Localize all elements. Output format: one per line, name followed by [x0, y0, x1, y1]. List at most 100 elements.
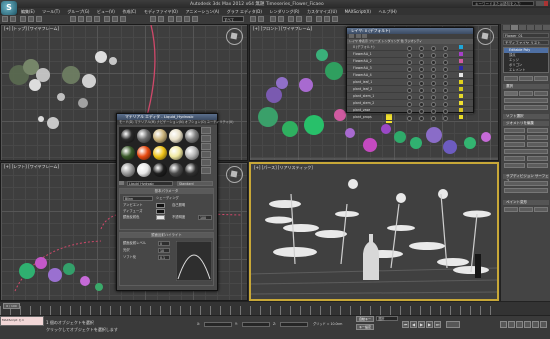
rollout-selection[interactable]: 選択 — [503, 84, 549, 89]
viewcube-icon[interactable] — [477, 28, 494, 45]
layer-toggle-icon[interactable] — [407, 45, 412, 51]
layer-toggle-icon[interactable] — [407, 73, 412, 79]
layer-toggle-icon[interactable] — [431, 66, 436, 72]
menu-maxscript[interactable]: MAXScript(X) — [342, 8, 374, 15]
rollout-edit-geometry[interactable]: ジオメトリを編集 — [503, 121, 549, 126]
menu-rendering[interactable]: レンダリング(R) — [267, 8, 303, 15]
layer-color-swatch[interactable] — [459, 52, 463, 56]
layer-toggle-icon[interactable] — [443, 115, 448, 121]
spec-level-spinner[interactable]: 0 — [158, 241, 170, 246]
timeline[interactable] — [0, 301, 550, 315]
layer-toggle-icon[interactable] — [407, 108, 412, 114]
vertex-mode-icon[interactable] — [504, 91, 518, 96]
video-check-icon[interactable] — [201, 159, 211, 166]
field-of-view-icon[interactable] — [524, 321, 531, 328]
set-key-button[interactable]: キー設定 — [356, 324, 374, 330]
layer-row[interactable]: plant_stem_2 — [347, 100, 473, 107]
msmooth-button[interactable] — [504, 163, 525, 168]
layer-toggle-icon[interactable] — [419, 80, 424, 86]
layer-toggle-icon[interactable] — [431, 101, 436, 107]
layer-color-swatch[interactable] — [459, 108, 463, 112]
backlight-icon[interactable] — [201, 135, 211, 142]
layer-toggle-icon[interactable] — [431, 94, 436, 100]
key-filter-dropdown[interactable]: 選択 — [376, 316, 398, 321]
menu-group[interactable]: グループ(G) — [64, 8, 92, 15]
zoom-all-icon[interactable] — [508, 321, 515, 328]
current-frame-field[interactable] — [446, 321, 460, 328]
pan-view-icon[interactable] — [532, 321, 539, 328]
graphite-icon[interactable] — [278, 16, 284, 22]
modifier-list-dropdown[interactable]: モディファイヤ リスト — [503, 40, 549, 45]
layer-row[interactable]: 0 (デフォルト) — [347, 44, 473, 51]
glossiness-spinner[interactable]: 10 — [158, 248, 170, 253]
menu-graph-editors[interactable]: グラフ エディタ(D) — [224, 8, 265, 15]
motion-tab-icon[interactable] — [526, 25, 534, 30]
diffuse-swatch[interactable] — [156, 209, 165, 214]
stack-item[interactable]: エレメント — [504, 68, 548, 73]
render-setup-icon[interactable] — [316, 16, 322, 22]
rollout-header[interactable]: 基本パラメータ — [120, 189, 213, 194]
material-slot[interactable] — [169, 129, 183, 143]
grow-button[interactable] — [504, 98, 548, 103]
layer-toggle-icon[interactable] — [419, 94, 424, 100]
layer-toggle-icon[interactable] — [443, 87, 448, 93]
selection-filter-dropdown[interactable]: すべて — [222, 16, 244, 22]
detach-button[interactable] — [527, 142, 548, 147]
menu-animation[interactable]: アニメーション(A) — [182, 8, 222, 15]
show-end-result-icon[interactable] — [519, 76, 533, 81]
angle-snap-icon[interactable] — [176, 16, 182, 22]
viewcube-icon[interactable] — [226, 166, 243, 183]
background-icon[interactable] — [201, 143, 211, 150]
viewport-label[interactable]: [+] [レフト] [ワイヤフレーム] — [4, 164, 59, 170]
zoom-icon[interactable] — [500, 321, 507, 328]
z-coordinate[interactable] — [280, 322, 308, 327]
layer-row[interactable]: plant_stem_1 — [347, 93, 473, 100]
zoom-extents-icon[interactable] — [516, 321, 523, 328]
soften-spinner[interactable]: 0.1 — [158, 255, 170, 260]
layer-color-swatch[interactable] — [459, 87, 463, 91]
close-icon[interactable] — [544, 1, 548, 6]
delete-layer-icon[interactable] — [355, 34, 361, 38]
material-slot[interactable] — [121, 129, 135, 143]
material-slot[interactable] — [137, 146, 151, 160]
select-by-name-icon[interactable] — [78, 16, 84, 22]
layer-color-swatch[interactable] — [459, 73, 463, 77]
create-tab-icon[interactable] — [502, 25, 510, 30]
viewport-label[interactable]: [+] [トップ] [ワイヤフレーム] — [4, 26, 59, 32]
ring-loop-button[interactable] — [504, 105, 548, 110]
unlink-icon[interactable] — [28, 16, 34, 22]
snap-icon[interactable] — [168, 16, 174, 22]
layer-toggle-icon[interactable] — [407, 94, 412, 100]
spinner-snap-icon[interactable] — [192, 16, 198, 22]
layer-toggle-icon[interactable] — [431, 73, 436, 79]
layer-toggle-icon[interactable] — [443, 101, 448, 107]
material-slot[interactable] — [169, 146, 183, 160]
layer-row[interactable]: plant_leaf_1 — [347, 79, 473, 86]
relax-button[interactable] — [519, 207, 533, 212]
viewport-perspective[interactable]: [+] [パース] [リアリスティック] — [249, 162, 499, 301]
menu-create[interactable]: 作成(C) — [119, 8, 139, 15]
material-slot[interactable] — [185, 163, 199, 177]
previous-frame-icon[interactable]: ◀ — [410, 321, 417, 328]
smooth-result-checkbox[interactable] — [504, 181, 548, 186]
preview-icon[interactable] — [201, 167, 211, 174]
material-slot[interactable] — [153, 129, 167, 143]
material-slot[interactable] — [137, 129, 151, 143]
layer-color-swatch[interactable] — [459, 80, 463, 84]
material-slot[interactable] — [137, 163, 151, 177]
uv-tiling-icon[interactable] — [201, 151, 211, 158]
viewport-label[interactable]: [+] [パース] [リアリスティック] — [254, 165, 313, 171]
layer-toggle-icon[interactable] — [407, 101, 412, 107]
layer-toggle-icon[interactable] — [431, 108, 436, 114]
shader-dropdown[interactable]: Blinn — [123, 196, 153, 201]
remove-modifier-icon[interactable] — [534, 76, 548, 81]
link-icon[interactable] — [20, 16, 26, 22]
layer-toggle-icon[interactable] — [419, 87, 424, 93]
layer-toggle-icon[interactable] — [419, 101, 424, 107]
menu-views[interactable]: ビュー(V) — [94, 8, 118, 15]
auto-key-button[interactable]: 自動キー — [356, 316, 374, 322]
move-icon[interactable] — [104, 16, 110, 22]
quickslice-button[interactable] — [504, 156, 525, 161]
layer-row[interactable]: FlowerAA_1 — [347, 51, 473, 58]
material-slot[interactable] — [121, 163, 135, 177]
